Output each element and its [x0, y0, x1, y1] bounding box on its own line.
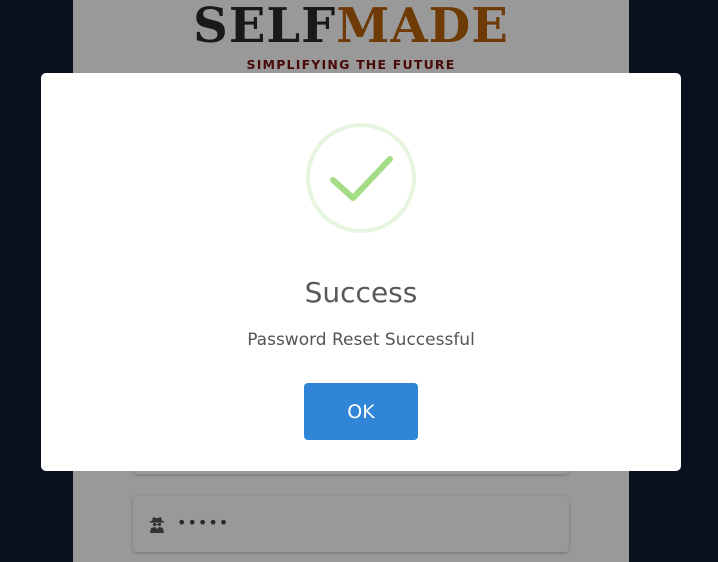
dialog-title: Success: [304, 276, 418, 309]
success-dialog: Success Password Reset Successful OK: [41, 73, 681, 471]
dialog-message: Password Reset Successful: [247, 330, 475, 350]
ok-button[interactable]: OK: [304, 383, 418, 440]
success-checkmark-icon: [306, 123, 416, 233]
